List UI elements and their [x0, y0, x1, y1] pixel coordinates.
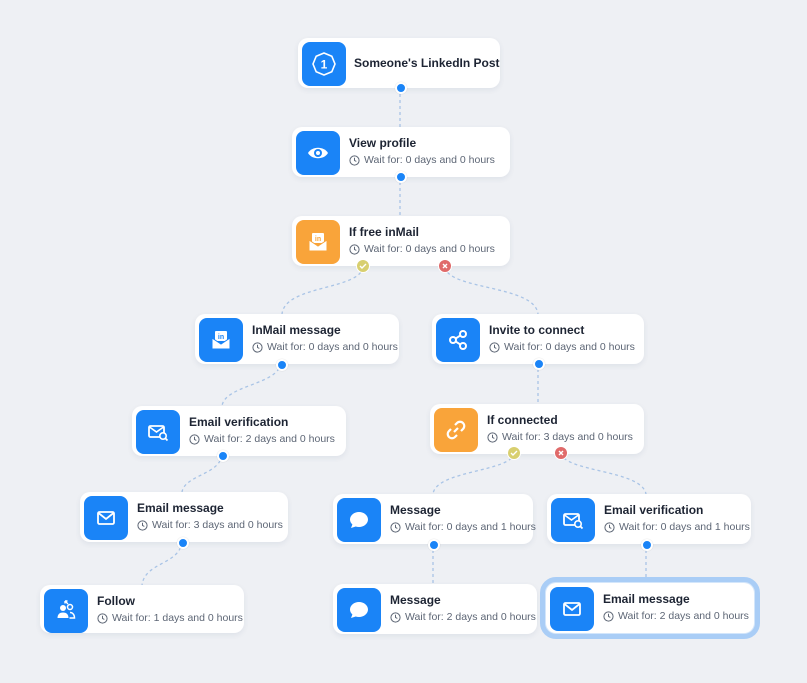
node-title: Email verification — [189, 415, 289, 429]
node-email-verification-left[interactable]: Email verification Wait for: 2 days and … — [132, 406, 346, 456]
clock-icon — [390, 521, 401, 533]
yes-branch-check-icon[interactable] — [507, 446, 521, 460]
wait-text: Wait for: 2 days and 0 hours — [204, 433, 335, 445]
trigger-step-icon: 1 — [302, 42, 346, 86]
clock-icon — [489, 341, 500, 353]
follow-users-icon — [44, 589, 88, 633]
node-title: Message — [390, 593, 441, 607]
clock-icon — [252, 341, 263, 353]
node-title: Follow — [97, 594, 135, 608]
node-if-free-inmail[interactable]: in If free inMail Wait for: 0 days and 0… — [292, 216, 510, 266]
wait-text: Wait for: 3 days and 0 hours — [152, 519, 283, 531]
connector-dot[interactable] — [533, 358, 545, 370]
trigger-node[interactable]: 1 Someone's LinkedIn Post — [298, 38, 500, 88]
wait-info: Wait for: 2 days and 0 hours — [390, 611, 536, 623]
wait-text: Wait for: 0 days and 1 hours — [619, 521, 750, 533]
wait-info: Wait for: 0 days and 1 hours — [390, 521, 536, 533]
inmail-envelope-icon: in — [199, 318, 243, 362]
connector-lines — [141, 88, 647, 586]
envelope-icon — [550, 587, 594, 631]
wait-info: Wait for: 2 days and 0 hours — [189, 433, 335, 445]
node-title: View profile — [349, 136, 417, 150]
chat-bubble-icon — [337, 588, 381, 632]
wait-info: Wait for: 0 days and 1 hours — [604, 521, 750, 533]
node-email-message-left[interactable]: Email message Wait for: 3 days and 0 hou… — [80, 492, 288, 542]
wait-info: Wait for: 0 days and 0 hours — [349, 243, 495, 255]
no-branch-cross-icon[interactable] — [438, 259, 452, 273]
wait-text: Wait for: 0 days and 0 hours — [504, 341, 635, 353]
email-search-icon — [136, 410, 180, 454]
wait-text: Wait for: 1 days and 0 hours — [112, 612, 243, 624]
node-inmail-message[interactable]: in InMail message Wait for: 0 days and 0… — [195, 314, 399, 364]
wait-info: Wait for: 0 days and 0 hours — [349, 154, 495, 166]
wait-text: Wait for: 2 days and 0 hours — [405, 611, 536, 623]
node-title: Invite to connect — [489, 323, 585, 337]
inmail-envelope-icon: in — [296, 220, 340, 264]
wait-info: Wait for: 0 days and 0 hours — [489, 341, 635, 353]
node-email-message-right[interactable]: Email message Wait for: 2 days and 0 hou… — [540, 577, 760, 639]
wait-text: Wait for: 0 days and 0 hours — [364, 243, 495, 255]
share-nodes-icon — [436, 318, 480, 362]
trigger-step-number: 1 — [321, 58, 328, 72]
node-title: If connected — [487, 413, 558, 427]
node-invite-to-connect[interactable]: Invite to connect Wait for: 0 days and 0… — [432, 314, 644, 364]
node-title: Email message — [603, 592, 690, 606]
node-title: InMail message — [252, 323, 341, 337]
clock-icon — [603, 610, 614, 622]
node-follow[interactable]: Follow Wait for: 1 days and 0 hours — [40, 585, 244, 633]
node-title: Email message — [137, 501, 224, 515]
node-title: If free inMail — [349, 225, 420, 239]
envelope-icon — [84, 496, 128, 540]
eye-icon — [296, 131, 340, 175]
connector-dot[interactable] — [276, 359, 288, 371]
node-email-verification-right[interactable]: Email verification Wait for: 0 days and … — [547, 494, 751, 544]
node-view-profile[interactable]: View profile Wait for: 0 days and 0 hour… — [292, 127, 510, 177]
wait-info: Wait for: 3 days and 0 hours — [137, 519, 283, 531]
node-title: Email verification — [604, 503, 704, 517]
email-search-icon — [551, 498, 595, 542]
node-message-2[interactable]: Message Wait for: 2 days and 0 hours — [333, 584, 537, 634]
trigger-title: Someone's LinkedIn Post — [354, 56, 500, 70]
clock-icon — [390, 611, 401, 623]
connector-dot[interactable] — [641, 539, 653, 551]
connector-dot[interactable] — [395, 82, 407, 94]
clock-icon — [604, 521, 615, 533]
connector-dot[interactable] — [217, 450, 229, 462]
wait-text: Wait for: 2 days and 0 hours — [618, 610, 749, 622]
no-branch-cross-icon[interactable] — [554, 446, 568, 460]
wait-info: Wait for: 3 days and 0 hours — [487, 431, 633, 443]
wait-text: Wait for: 0 days and 0 hours — [364, 154, 495, 166]
node-if-connected[interactable]: If connected Wait for: 3 days and 0 hour… — [430, 404, 644, 454]
connector-dot[interactable] — [395, 171, 407, 183]
clock-icon — [137, 519, 148, 531]
wait-text: Wait for: 3 days and 0 hours — [502, 431, 633, 443]
clock-icon — [349, 154, 360, 166]
wait-text: Wait for: 0 days and 0 hours — [267, 341, 398, 353]
clock-icon — [487, 431, 498, 443]
workflow-canvas[interactable]: 1 Someone's LinkedIn Post View profile W… — [0, 0, 807, 683]
clock-icon — [97, 612, 108, 624]
wait-text: Wait for: 0 days and 1 hours — [405, 521, 536, 533]
svg-text:in: in — [315, 236, 321, 243]
clock-icon — [189, 433, 200, 445]
node-message-1[interactable]: Message Wait for: 0 days and 1 hours — [333, 494, 536, 544]
link-icon — [434, 408, 478, 452]
connector-dot[interactable] — [177, 537, 189, 549]
connector-dot[interactable] — [428, 539, 440, 551]
wait-info: Wait for: 2 days and 0 hours — [603, 610, 749, 622]
svg-text:in: in — [218, 334, 224, 341]
yes-branch-check-icon[interactable] — [356, 259, 370, 273]
wait-info: Wait for: 0 days and 0 hours — [252, 341, 398, 353]
clock-icon — [349, 243, 360, 255]
node-title: Message — [390, 503, 441, 517]
chat-bubble-icon — [337, 498, 381, 542]
wait-info: Wait for: 1 days and 0 hours — [97, 612, 243, 624]
